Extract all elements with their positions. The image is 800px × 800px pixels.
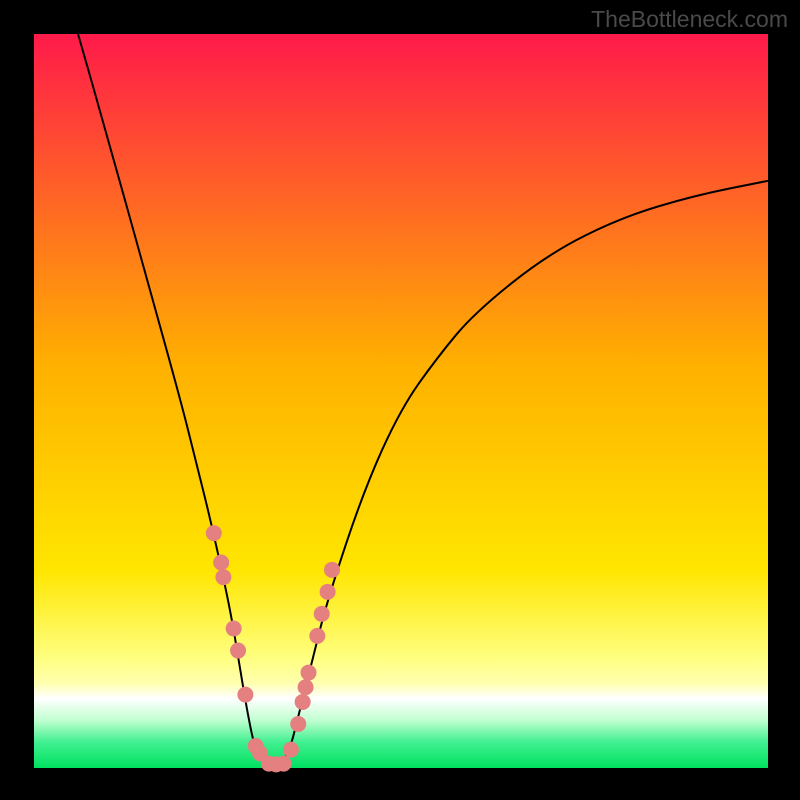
marker-point xyxy=(295,694,311,710)
marker-point xyxy=(298,679,314,695)
bottleneck-curve xyxy=(78,34,768,764)
marker-point xyxy=(206,525,222,541)
marker-point xyxy=(309,628,325,644)
marker-point xyxy=(290,716,306,732)
marker-point xyxy=(226,621,242,637)
marker-point xyxy=(320,584,336,600)
marker-point xyxy=(283,742,299,758)
marker-point xyxy=(215,569,231,585)
chart-overlay xyxy=(34,34,768,768)
marker-point xyxy=(237,687,253,703)
marker-point xyxy=(314,606,330,622)
watermark-text: TheBottleneck.com xyxy=(591,6,788,33)
marker-group xyxy=(206,525,340,772)
marker-point xyxy=(230,643,246,659)
plot-area xyxy=(34,34,768,768)
marker-point xyxy=(276,756,292,772)
marker-point xyxy=(213,554,229,570)
marker-point xyxy=(301,665,317,681)
marker-point xyxy=(324,562,340,578)
